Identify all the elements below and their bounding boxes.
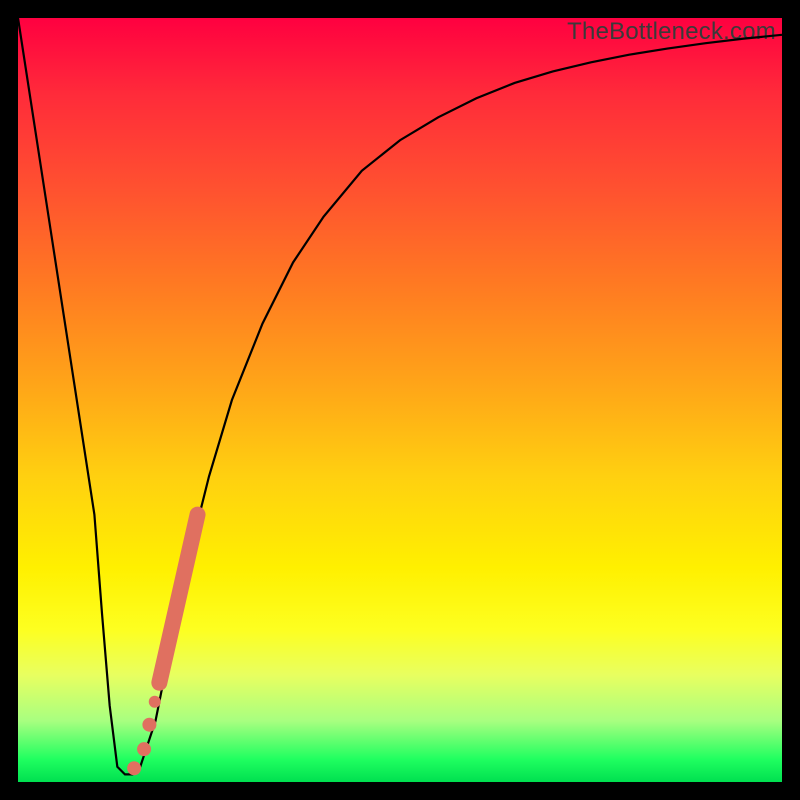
chart-frame: TheBottleneck.com: [0, 0, 800, 800]
plot-area: TheBottleneck.com: [18, 18, 782, 782]
chart-svg: [18, 18, 782, 782]
dot-2: [137, 742, 151, 756]
dot-3: [127, 761, 141, 775]
dot-4: [149, 696, 161, 708]
dot-1: [142, 718, 156, 732]
curve-bottleneck-curve: [18, 18, 782, 774]
highlight-segment: [159, 515, 197, 683]
